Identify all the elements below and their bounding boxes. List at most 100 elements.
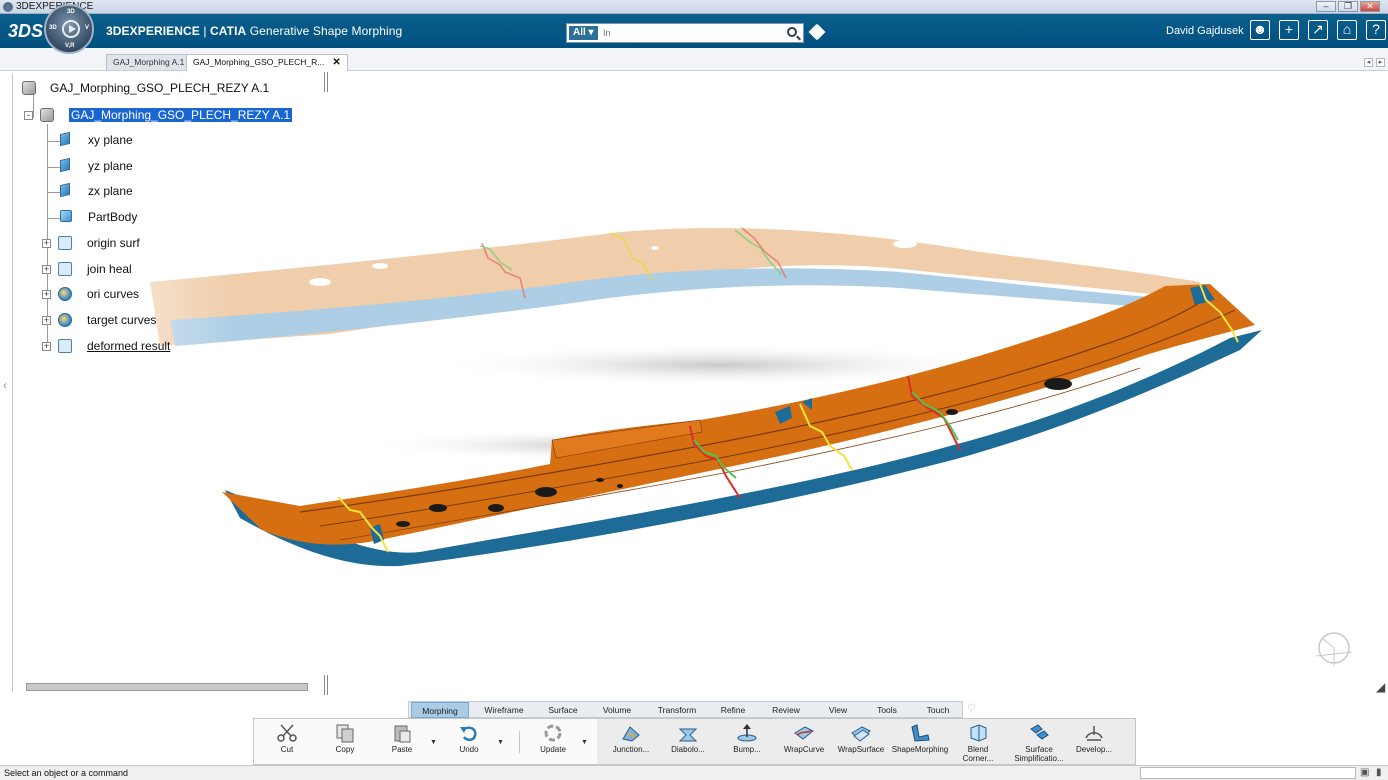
target-curve: [799, 403, 853, 471]
scissors-icon: [277, 724, 297, 742]
command-label: Develop...: [1075, 745, 1113, 754]
tab-scroll-left-icon[interactable]: ◂: [1364, 58, 1373, 67]
tab-gaj-morphing[interactable]: GAJ_Morphing A.1: [106, 54, 192, 70]
title-separator: |: [199, 24, 210, 38]
tab-touch[interactable]: Touch: [917, 702, 959, 718]
command-input[interactable]: [1140, 767, 1356, 779]
target-curve: [907, 375, 961, 451]
tab-volume[interactable]: Volume: [591, 702, 643, 718]
command-label: ShapeMorphing: [891, 745, 949, 754]
search-scope-label: All: [573, 27, 586, 38]
profile-icon[interactable]: ☻: [1250, 20, 1270, 40]
blend-corner-button[interactable]: Blend Corner...: [960, 721, 996, 765]
tree-splitter[interactable]: [324, 675, 328, 695]
expand-icon[interactable]: +: [42, 265, 51, 274]
tree-item-label: yz plane: [88, 159, 133, 173]
tag-icon[interactable]: [808, 23, 826, 41]
command-label: WrapSurface: [837, 745, 885, 754]
tab-label: GAJ_Morphing A.1: [113, 57, 185, 67]
ghost-curve: [481, 242, 526, 299]
microphone-icon[interactable]: ▮: [1376, 767, 1382, 778]
undo-button[interactable]: Undo: [454, 721, 484, 765]
tab-wireframe[interactable]: Wireframe: [475, 702, 533, 718]
home-icon[interactable]: ⌂: [1337, 20, 1357, 40]
chevron-down-icon[interactable]: ♡: [967, 703, 976, 714]
add-icon[interactable]: +: [1279, 20, 1299, 40]
expand-icon[interactable]: +: [42, 290, 51, 299]
user-name[interactable]: David Gajdusek: [1166, 25, 1244, 37]
curves-set-icon: [58, 287, 72, 301]
tab-close-icon[interactable]: ✕: [332, 57, 340, 68]
share-icon[interactable]: ↗: [1308, 20, 1328, 40]
junction-button[interactable]: Junction...: [610, 721, 652, 765]
expand-icon[interactable]: +: [42, 342, 51, 351]
app-header: 3DS 3DEXPERIENCE | CATIA Generative Shap…: [0, 14, 1388, 48]
undo-dropdown-icon[interactable]: ▼: [497, 739, 504, 746]
product-reference-icon: [22, 81, 36, 95]
tab-review[interactable]: Review: [761, 702, 811, 718]
ghost-curve: [741, 227, 787, 279]
command-label: Update: [540, 745, 566, 754]
collapse-icon[interactable]: -: [24, 111, 33, 120]
tab-label: Review: [772, 705, 800, 715]
tab-transform[interactable]: Transform: [649, 702, 705, 718]
command-label: Undo: [459, 745, 479, 754]
search-scope-dropdown[interactable]: All ▾: [569, 26, 598, 40]
update-button[interactable]: Update: [536, 721, 570, 765]
tab-refine[interactable]: Refine: [711, 702, 755, 718]
tree-item-label: PartBody: [88, 210, 138, 224]
layout-icon[interactable]: ▣: [1360, 767, 1369, 778]
develop-button[interactable]: Develop...: [1074, 721, 1114, 765]
catia-window: 3DEXPERIENCE – ❐ ✕ 3DS 3DEXPERIENCE | CA…: [0, 0, 1388, 780]
update-dropdown-icon[interactable]: ▼: [581, 739, 588, 746]
app-name: Generative Shape Morphing: [249, 24, 403, 38]
search-input[interactable]: [603, 26, 773, 40]
tab-tools[interactable]: Tools: [867, 702, 907, 718]
view-compass-icon[interactable]: [1312, 628, 1356, 672]
close-button[interactable]: ✕: [1360, 1, 1380, 12]
command-label: Diabolo...: [671, 745, 705, 754]
tab-morphing[interactable]: Morphing: [411, 702, 469, 718]
copy-button[interactable]: Copy: [330, 721, 360, 765]
deformed-part: [222, 284, 1262, 567]
wrapsurface-button[interactable]: WrapSurface: [836, 721, 886, 765]
surface-simplification-icon: [1030, 724, 1049, 740]
compass-button[interactable]: 3D 3D V V,R: [44, 4, 94, 54]
paste-icon: [394, 725, 411, 743]
help-icon[interactable]: ?: [1366, 20, 1386, 40]
shapemorphing-button[interactable]: ShapeMorphing: [890, 721, 950, 765]
tab-view[interactable]: View: [819, 702, 857, 718]
target-curve: [1199, 283, 1239, 343]
tree-part-label: GAJ_Morphing_GSO_PLECH_REZY A.1: [69, 108, 293, 122]
tab-scroll-right-icon[interactable]: ▸: [1376, 58, 1385, 67]
tree-horizontal-scrollbar[interactable]: [26, 683, 308, 691]
plane-icon: [60, 157, 70, 173]
develop-icon: [1085, 726, 1103, 741]
collapse-panel-icon[interactable]: ‹: [3, 378, 7, 392]
surface-simplification-button[interactable]: Surface Simplificatio...: [1006, 721, 1072, 765]
target-curve: [693, 439, 737, 479]
paste-dropdown-icon[interactable]: ▼: [430, 739, 437, 746]
restore-button[interactable]: ❐: [1338, 1, 1358, 12]
expand-icon[interactable]: +: [42, 316, 51, 325]
minimize-button[interactable]: –: [1316, 1, 1336, 12]
tree-splitter[interactable]: [324, 72, 328, 92]
tree-item-label: target curves: [87, 313, 157, 327]
diabolo-button[interactable]: Diabolo...: [668, 721, 708, 765]
undo-icon: [460, 726, 477, 742]
tab-surface[interactable]: Surface: [535, 702, 591, 718]
tab-label: Tools: [877, 705, 897, 715]
tab-label: View: [828, 705, 848, 715]
wrapsurface-icon: [851, 726, 871, 742]
tree-item-label: zx plane: [88, 184, 133, 198]
ghost-curve: [479, 245, 513, 271]
expand-icon[interactable]: +: [42, 239, 51, 248]
wrapcurve-button[interactable]: WrapCurve: [780, 721, 828, 765]
tab-gaj-morphing-gso[interactable]: GAJ_Morphing_GSO_PLECH_R... ✕: [186, 54, 348, 71]
search-icon[interactable]: [787, 27, 797, 37]
paste-button[interactable]: Paste: [387, 721, 417, 765]
bump-button[interactable]: Bump...: [728, 721, 766, 765]
cut-button[interactable]: Cut: [272, 721, 302, 765]
status-bar: Select an object or a command ▣ ▮: [0, 765, 1388, 780]
bump-icon: [737, 724, 757, 742]
